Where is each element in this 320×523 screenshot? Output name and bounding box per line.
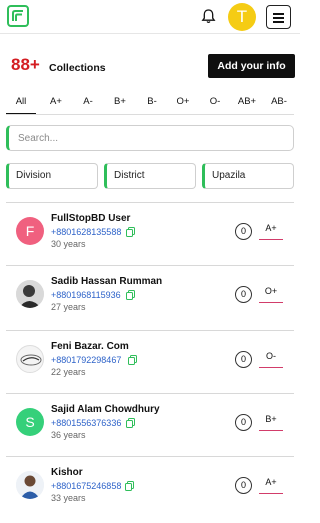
- donation-count-badge: 0: [235, 477, 252, 494]
- donor-age: 22 years: [51, 367, 86, 377]
- list-divider: [6, 456, 294, 457]
- tab-b-negative[interactable]: B-: [138, 91, 166, 114]
- donor-name: Kishor: [51, 467, 83, 478]
- donor-name: Sajid Alam Chowdhury: [51, 404, 160, 415]
- donor-name: FullStopBD User: [51, 213, 131, 224]
- copy-icon[interactable]: [125, 481, 134, 491]
- copy-icon[interactable]: [128, 355, 137, 365]
- copy-icon[interactable]: [126, 418, 135, 428]
- donor-phone[interactable]: +8801792298467: [51, 355, 121, 365]
- collections-label: Collections: [49, 62, 106, 74]
- donor-avatar: S: [16, 408, 44, 436]
- blood-group-tabs: All A+ A- B+ B- O+ O- AB+ AB-: [6, 91, 296, 115]
- district-select[interactable]: District: [104, 163, 196, 189]
- donation-count-badge: 0: [235, 414, 252, 431]
- donor-phone[interactable]: +8801675246858: [51, 481, 121, 491]
- donor-name: Feni Bazar. Com: [51, 341, 129, 352]
- donor-card[interactable]: Feni Bazar. Com +8801792298467 22 years …: [6, 337, 294, 387]
- donor-card[interactable]: Kishor +8801675246858 33 years 0 A+: [6, 463, 294, 513]
- list-divider: [6, 265, 294, 266]
- donor-age: 33 years: [51, 493, 86, 503]
- top-bar: T: [0, 0, 300, 34]
- collections-count: 88+: [11, 55, 40, 74]
- blood-group-label: O+: [259, 283, 283, 303]
- copy-icon[interactable]: [126, 227, 135, 237]
- tab-o-negative[interactable]: O-: [201, 91, 229, 114]
- donor-name: Sadib Hassan Rumman: [51, 276, 163, 287]
- donation-count-badge: 0: [235, 351, 252, 368]
- list-divider: [6, 393, 294, 394]
- tab-all[interactable]: All: [6, 91, 36, 114]
- donor-logo: [16, 345, 44, 373]
- donor-age: 36 years: [51, 430, 86, 440]
- donor-phone[interactable]: +8801628135588: [51, 227, 121, 237]
- donation-count-badge: 0: [235, 286, 252, 303]
- donor-card[interactable]: F FullStopBD User +8801628135588 30 year…: [6, 209, 294, 259]
- search-box: [6, 125, 294, 151]
- hamburger-menu-icon[interactable]: [266, 5, 291, 29]
- donor-card[interactable]: S Sajid Alam Chowdhury +8801556376336 36…: [6, 400, 294, 450]
- donor-photo: [16, 471, 44, 499]
- donor-photo: [16, 280, 44, 308]
- tab-b-positive[interactable]: B+: [106, 91, 134, 114]
- donor-phone[interactable]: +8801556376336: [51, 418, 121, 428]
- blood-group-label: O-: [259, 348, 283, 368]
- blood-group-label: A+: [259, 474, 283, 494]
- tab-ab-negative[interactable]: AB-: [264, 91, 294, 114]
- donor-card[interactable]: Sadib Hassan Rumman +8801968115936 27 ye…: [6, 272, 294, 322]
- donor-age: 27 years: [51, 302, 86, 312]
- tab-a-positive[interactable]: A+: [42, 91, 70, 114]
- division-select[interactable]: Division: [6, 163, 98, 189]
- donor-avatar: F: [16, 217, 44, 245]
- tabs-divider: [6, 114, 294, 115]
- copy-icon[interactable]: [126, 290, 135, 300]
- blood-group-label: A+: [259, 220, 283, 240]
- tab-o-positive[interactable]: O+: [169, 91, 197, 114]
- app-logo-icon[interactable]: [7, 5, 29, 27]
- add-your-info-button[interactable]: Add your info: [208, 54, 295, 78]
- search-input[interactable]: [9, 126, 293, 150]
- donor-age: 30 years: [51, 239, 86, 249]
- donation-count-badge: 0: [235, 223, 252, 240]
- donor-phone[interactable]: +8801968115936: [51, 290, 121, 300]
- tab-ab-positive[interactable]: AB+: [232, 91, 262, 114]
- notification-bell-icon[interactable]: [200, 8, 217, 25]
- list-divider: [6, 330, 294, 331]
- user-avatar[interactable]: T: [228, 3, 256, 31]
- blood-group-label: B+: [259, 411, 283, 431]
- list-divider: [6, 202, 294, 203]
- upazila-select[interactable]: Upazila: [202, 163, 294, 189]
- tab-a-negative[interactable]: A-: [74, 91, 102, 114]
